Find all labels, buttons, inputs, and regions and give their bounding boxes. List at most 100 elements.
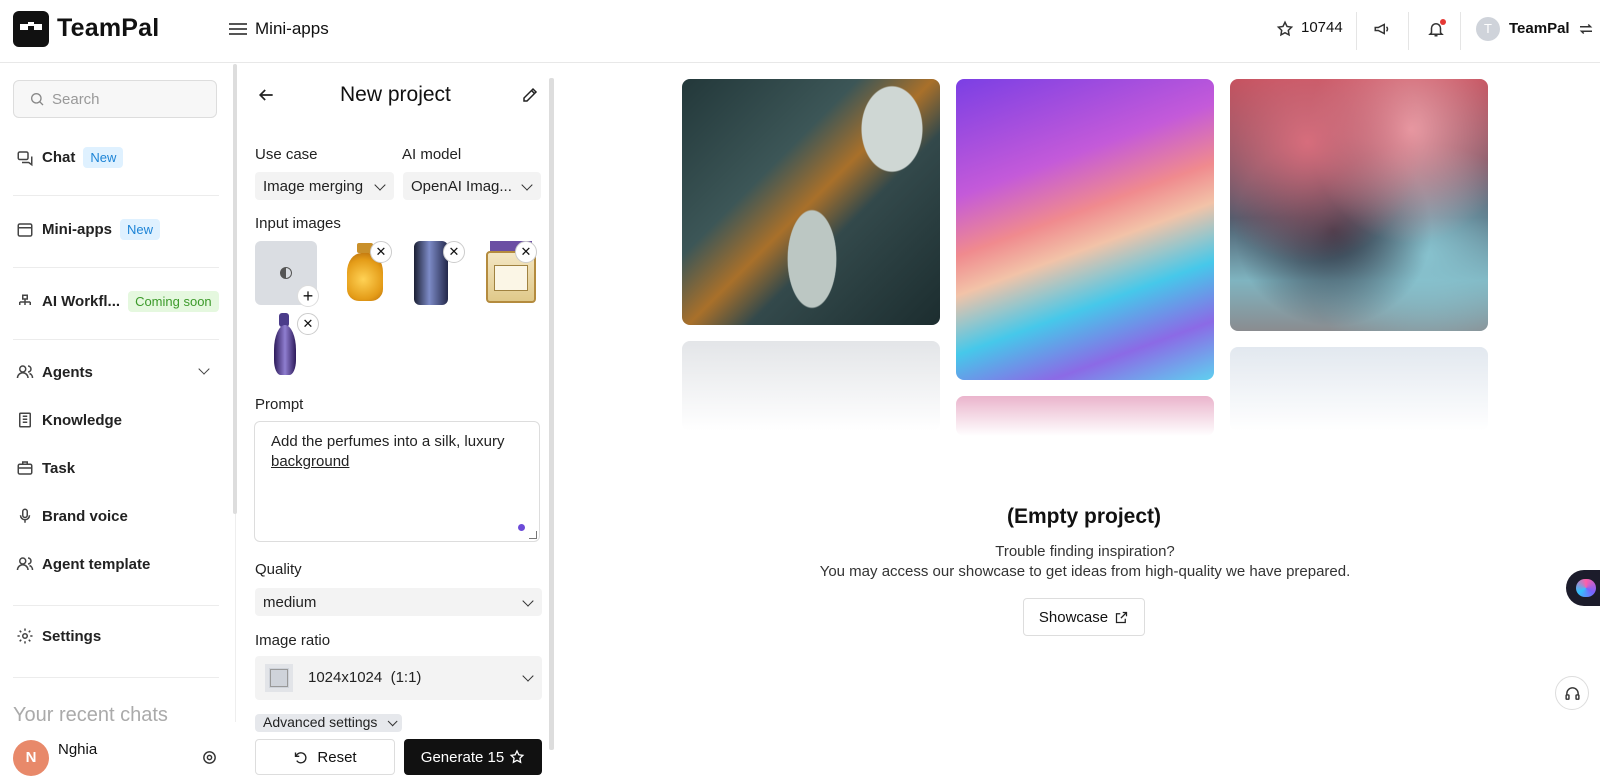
sidebar-item-label: Brand voice	[42, 507, 128, 525]
user-name: Nghia	[58, 741, 98, 758]
avatar[interactable]: N	[13, 740, 49, 776]
sidebar-item-chat[interactable]: Chat New	[16, 147, 124, 168]
generate-button[interactable]: Generate 15	[404, 739, 542, 775]
sidebar-scrollbar[interactable]	[233, 64, 237, 514]
use-case-label: Use case	[255, 146, 318, 163]
gallery-image-faded	[682, 341, 940, 431]
panel-scrollbar[interactable]	[549, 78, 554, 750]
top-bar: TeamPal Mini-apps 10744 T TeamPal	[0, 0, 1600, 63]
chevron-down-icon[interactable]	[198, 363, 210, 375]
search-icon	[31, 93, 44, 106]
sidebar-item-agent-template[interactable]: Agent template	[16, 555, 150, 573]
new-badge: New	[120, 219, 161, 240]
edit-icon[interactable]	[521, 86, 539, 104]
app-name: TeamPal	[57, 14, 160, 42]
divider	[1408, 12, 1409, 50]
sidebar-item-label: Agent template	[42, 555, 151, 573]
megaphone-icon[interactable]	[1373, 20, 1391, 38]
account-name[interactable]: TeamPal	[1509, 20, 1570, 37]
gallery-image-faded	[1230, 347, 1488, 431]
sidebar-item-label: Mini-apps	[42, 221, 112, 238]
gear-icon[interactable]	[201, 749, 218, 766]
ai-model-select[interactable]: OpenAI Imag...	[403, 172, 541, 200]
image-ratio-label: Image ratio	[255, 632, 331, 649]
chevron-down-icon	[522, 595, 534, 607]
use-case-value: Image merging	[263, 178, 364, 195]
sidebar-item-label: Knowledge	[42, 411, 123, 429]
sidebar-item-knowledge[interactable]: Knowledge	[16, 411, 122, 429]
sidebar-item-label: Settings	[42, 627, 102, 645]
remove-image-close-icon[interactable]: ✕	[515, 241, 537, 263]
prompt-text: Add the perfumes into a silk, luxury	[271, 433, 505, 450]
notification-dot	[1440, 19, 1446, 25]
prompt-textarea[interactable]: Add the perfumes into a silk, luxury bac…	[254, 421, 540, 542]
book-icon	[19, 412, 31, 428]
quality-label: Quality	[255, 561, 302, 578]
chevron-down-icon	[374, 179, 386, 191]
input-images-label: Input images	[255, 215, 341, 232]
divider	[13, 605, 219, 606]
sidebar-item-brand-voice[interactable]: Brand voice	[16, 507, 128, 525]
chat-icon	[17, 150, 33, 166]
users-icon	[16, 365, 34, 379]
quality-value: medium	[263, 594, 317, 611]
sidebar: Search Chat New Mini-apps New AI Workfl.…	[0, 64, 236, 782]
use-case-select[interactable]: Image merging	[255, 172, 394, 200]
ai-assistant-launcher[interactable]	[1566, 570, 1600, 606]
users-icon	[16, 557, 34, 571]
plus-icon[interactable]: +	[297, 285, 319, 307]
brain-icon	[1576, 579, 1596, 597]
teampal-logo-icon[interactable]	[13, 11, 49, 47]
gallery-image-abstract-sculpture[interactable]	[682, 79, 940, 325]
reset-label: Reset	[317, 748, 357, 766]
ai-model-label: AI model	[402, 146, 462, 163]
hamburger-menu-icon[interactable]	[229, 20, 247, 38]
sidebar-item-label: AI Workfl...	[42, 293, 121, 310]
sidebar-item-settings[interactable]: Settings	[16, 627, 101, 645]
resize-handle-icon[interactable]	[529, 531, 537, 539]
account-avatar[interactable]: T	[1476, 17, 1500, 41]
coming-soon-badge: Coming soon	[128, 291, 219, 312]
remove-image-close-icon[interactable]: ✕	[443, 241, 465, 263]
image-ratio-select[interactable]: 1024x1024 (1:1)	[255, 656, 542, 700]
generate-label: Generate 15	[420, 748, 505, 766]
ratio-square-icon	[265, 664, 293, 692]
gallery-image-faded	[956, 396, 1214, 436]
divider	[1460, 12, 1461, 50]
support-button[interactable]	[1555, 676, 1589, 710]
project-title: New project	[340, 83, 451, 106]
reset-button[interactable]: Reset	[255, 739, 395, 775]
user-profile[interactable]: N Nghia	[0, 722, 236, 782]
new-badge: New	[83, 147, 124, 168]
sidebar-item-task[interactable]: Task	[16, 459, 75, 477]
switch-account-icon[interactable]	[1577, 20, 1595, 38]
prompt-text-underlined: background	[271, 453, 350, 470]
sidebar-item-mini-apps[interactable]: Mini-apps New	[16, 219, 161, 240]
showcase-label: Showcase	[1038, 608, 1109, 626]
sidebar-item-label: Agents	[42, 363, 93, 381]
briefcase-icon	[17, 461, 33, 475]
divider	[13, 677, 219, 678]
sidebar-item-agents[interactable]: Agents	[16, 363, 212, 381]
gallery-image-pastel-waves[interactable]	[956, 79, 1214, 380]
inspiration-hint: Trouble finding inspiration?	[995, 543, 1175, 560]
quality-select[interactable]: medium	[255, 588, 542, 616]
gallery-image-ink-clouds[interactable]	[1230, 79, 1488, 331]
divider	[13, 195, 219, 196]
search-input[interactable]: Search	[13, 80, 217, 118]
remove-image-close-icon[interactable]: ✕	[297, 313, 319, 335]
sidebar-item-ai-workflow[interactable]: AI Workfl... Coming soon	[16, 291, 219, 312]
star-icon	[509, 749, 525, 764]
prompt-label: Prompt	[255, 396, 304, 413]
advanced-settings-label: Advanced settings	[263, 714, 378, 730]
remove-image-close-icon[interactable]: ✕	[370, 241, 392, 263]
back-arrow-icon[interactable]	[256, 85, 276, 105]
divider	[13, 339, 219, 340]
window-icon	[17, 222, 33, 237]
divider	[1356, 12, 1357, 50]
assistant-dot-icon	[518, 524, 525, 531]
showcase-button[interactable]: Showcase	[1023, 598, 1145, 636]
star-icon[interactable]	[1276, 20, 1294, 38]
advanced-settings-toggle[interactable]: Advanced settings	[255, 714, 403, 732]
reset-icon	[295, 751, 307, 763]
